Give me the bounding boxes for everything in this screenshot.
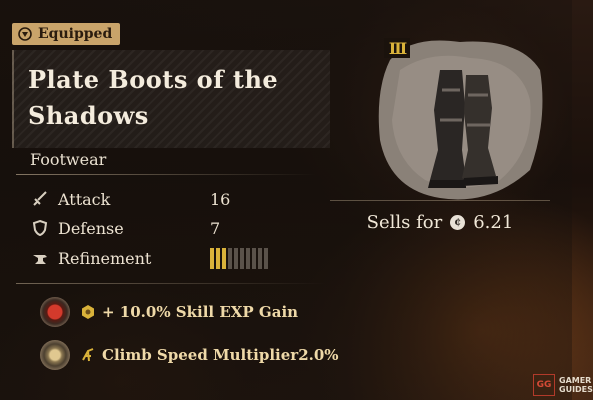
stat-label: Refinement: [58, 248, 152, 268]
equipped-shield-icon: [18, 27, 32, 41]
equipped-badge: Equipped: [12, 23, 121, 45]
sells-for-value: 6.21: [473, 211, 514, 233]
effect-text: Climb Speed Multiplier2.0%: [102, 346, 339, 364]
refinement-bar: [210, 248, 268, 269]
item-category: Footwear: [30, 150, 107, 169]
watermark-line2: GUIDES: [559, 385, 593, 394]
gamer-guides-logo: GG: [533, 374, 555, 396]
watermark-line1: GAMER: [559, 376, 592, 385]
refinement-segment: [234, 248, 238, 269]
sword-icon: [30, 189, 50, 209]
watermark-text: GAMER GUIDES: [559, 376, 593, 394]
stat-label: Attack: [58, 189, 111, 209]
stat-value: 7: [210, 218, 221, 238]
refinement-segment: [210, 248, 214, 269]
effect-text: + 10.0% Skill EXP Gain: [102, 303, 299, 321]
refinement-segment: [264, 248, 268, 269]
divider: [16, 174, 316, 175]
refinement-segment: [222, 248, 226, 269]
stat-refinement: Refinement: [30, 246, 151, 270]
red-gem-orb-icon: [40, 297, 70, 327]
item-name: Plate Boots of the Shadows: [28, 65, 279, 130]
gamer-guides-watermark: GG GAMER GUIDES: [533, 374, 593, 396]
stat-attack: Attack 16: [30, 187, 230, 211]
equipped-label: Equipped: [38, 26, 113, 42]
refinement-segment: [258, 248, 262, 269]
stat-defense: Defense 7: [30, 216, 220, 240]
shield-icon: [30, 218, 50, 238]
gold-relic-orb-icon: [40, 340, 70, 370]
sells-for-label: Sells for: [366, 211, 443, 233]
tier-badge: III: [384, 38, 410, 58]
anvil-icon: [30, 248, 50, 268]
refinement-segment: [252, 248, 256, 269]
stat-value: 16: [210, 189, 231, 209]
effect-climb-speed: Climb Speed Multiplier2.0%: [40, 338, 339, 372]
refinement-segment: [246, 248, 250, 269]
stat-label: Defense: [58, 218, 124, 238]
refinement-segment: [228, 248, 232, 269]
hexagon-gold-icon: [80, 304, 96, 320]
refinement-segment: [240, 248, 244, 269]
sell-price: Sells for ¢ 6.21: [330, 200, 550, 243]
refinement-segment: [216, 248, 220, 269]
effect-skill-exp: + 10.0% Skill EXP Gain: [40, 295, 298, 329]
coin-icon: ¢: [450, 214, 466, 230]
climb-icon: [80, 347, 96, 363]
divider: [16, 283, 326, 284]
